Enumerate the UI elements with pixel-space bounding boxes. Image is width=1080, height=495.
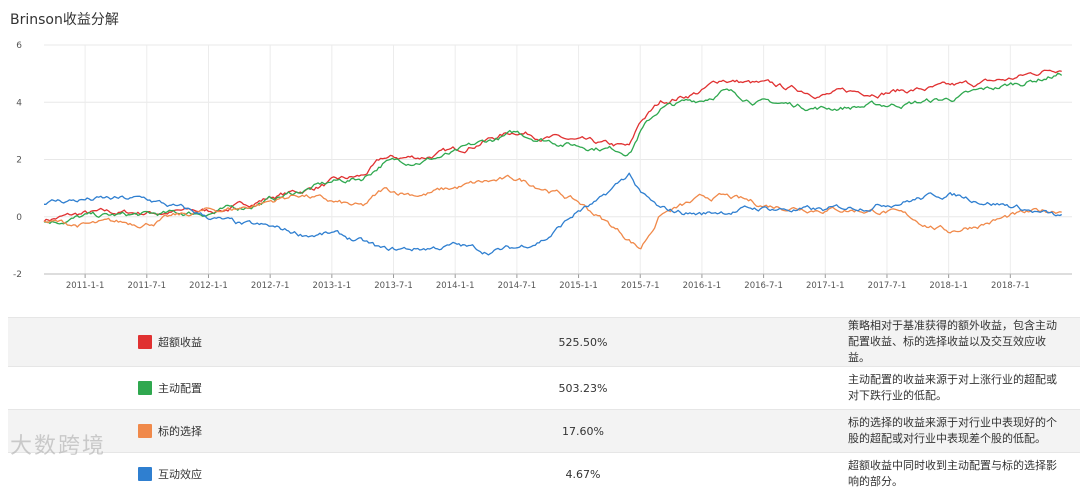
color-swatch xyxy=(138,381,152,395)
x-tick-label: 2015-7-1 xyxy=(621,281,660,291)
series-line xyxy=(44,70,1062,221)
metric-value: 503.23% xyxy=(338,367,828,410)
legend-entry: 超额收益 xyxy=(8,334,338,350)
metric-name: 互动效应 xyxy=(158,466,202,482)
color-swatch xyxy=(138,335,152,349)
metric-description: 标的选择的收益来源于对行业中表现好的个股的超配或对行业中表现差个股的低配。 xyxy=(828,410,1080,453)
metric-name-cell: 超额收益 xyxy=(8,318,338,367)
y-tick-label: -2 xyxy=(13,270,22,280)
y-tick-label: 6 xyxy=(16,41,22,51)
metric-name-cell: 主动配置 xyxy=(8,367,338,410)
metric-description: 主动配置的收益来源于对上涨行业的超配或对下跌行业的低配。 xyxy=(828,367,1080,410)
x-tick-label: 2012-7-1 xyxy=(251,281,290,291)
y-tick-label: 4 xyxy=(16,98,22,108)
legend-entry: 互动效应 xyxy=(8,466,338,482)
x-tick-label: 2011-7-1 xyxy=(128,281,167,291)
x-tick-label: 2016-7-1 xyxy=(744,281,783,291)
table-row: 超额收益 525.50%策略相对于基准获得的额外收益，包含主动配置收益、标的选择收… xyxy=(8,318,1080,367)
color-swatch xyxy=(138,467,152,481)
metric-name: 标的选择 xyxy=(158,423,202,439)
x-tick-label: 2017-1-1 xyxy=(806,281,845,291)
table-row: 标的选择 17.60%标的选择的收益来源于对行业中表现好的个股的超配或对行业中表现… xyxy=(8,410,1080,453)
metric-description: 策略相对于基准获得的额外收益，包含主动配置收益、标的选择收益以及交互效应收益。 xyxy=(828,318,1080,367)
table-row: 主动配置 503.23%主动配置的收益来源于对上涨行业的超配或对下跌行业的低配。 xyxy=(8,367,1080,410)
metric-description: 超额收益中同时收到主动配置与标的选择影响的部分。 xyxy=(828,453,1080,495)
x-tick-label: 2018-7-1 xyxy=(991,281,1030,291)
legend-table: 超额收益 525.50%策略相对于基准获得的额外收益，包含主动配置收益、标的选择收… xyxy=(8,317,1080,495)
metric-value: 17.60% xyxy=(338,410,828,453)
x-tick-label: 2013-7-1 xyxy=(374,281,413,291)
y-tick-label: 2 xyxy=(16,156,22,166)
x-tick-label: 2017-7-1 xyxy=(868,281,907,291)
metric-name: 超额收益 xyxy=(158,334,202,350)
x-tick-label: 2014-1-1 xyxy=(436,281,475,291)
x-tick-label: 2018-1-1 xyxy=(929,281,968,291)
table-row: 互动效应 4.67%超额收益中同时收到主动配置与标的选择影响的部分。 xyxy=(8,453,1080,495)
brinson-line-chart: 6 4 2 0 -2 2011-1-1 2011-7-1 2012-1-1 2012-7-1 20… xyxy=(0,0,1080,300)
x-tick-label: 2015-1-1 xyxy=(559,281,598,291)
y-tick-label: 0 xyxy=(16,213,22,223)
color-swatch xyxy=(138,424,152,438)
metric-name: 主动配置 xyxy=(158,380,202,396)
metric-value: 4.67% xyxy=(338,453,828,495)
x-tick-label: 2014-7-1 xyxy=(498,281,537,291)
x-tick-label: 2011-1-1 xyxy=(66,281,105,291)
x-tick-label: 2013-1-1 xyxy=(313,281,352,291)
x-tick-label: 2012-1-1 xyxy=(189,281,228,291)
x-tick-label: 2016-1-1 xyxy=(683,281,722,291)
legend-entry: 主动配置 xyxy=(8,380,338,396)
watermark: 大数跨境 xyxy=(10,428,106,460)
metric-value: 525.50% xyxy=(338,318,828,367)
